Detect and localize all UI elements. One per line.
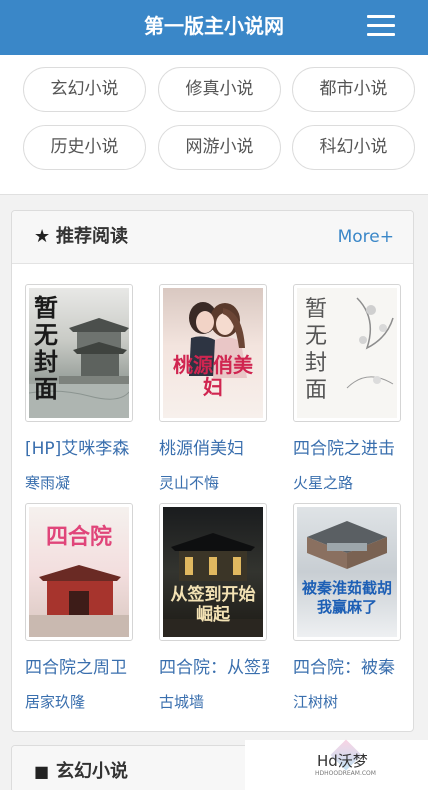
watermark-subtext: HDHOODREAM.COM: [315, 770, 376, 777]
book-author[interactable]: 古城墙: [159, 691, 269, 712]
category-wangyou[interactable]: 网游小说: [158, 125, 281, 170]
cover-text: 从签到开始崛起: [170, 585, 256, 625]
page-edge: [428, 0, 445, 790]
book-cover[interactable]: 暂无封面: [293, 284, 401, 422]
book-cover[interactable]: 从签到开始崛起: [159, 503, 267, 641]
book-author[interactable]: 江树树: [293, 691, 403, 712]
grid-icon: ■: [34, 762, 50, 781]
book-title[interactable]: 四合院：从签到: [159, 653, 269, 678]
hamburger-menu-icon[interactable]: [364, 13, 398, 39]
cover-text: 被秦淮茹截胡我赢麻了: [301, 579, 392, 616]
book-author[interactable]: 寒雨凝: [25, 472, 135, 493]
book-title[interactable]: [HP]艾咪李森: [25, 434, 135, 459]
star-icon: ★: [34, 226, 51, 247]
book-title[interactable]: 四合院之周卫: [25, 653, 135, 678]
category-dushi[interactable]: 都市小说: [292, 67, 415, 112]
app-header: 第一版主小说网: [0, 0, 428, 55]
book-author[interactable]: 灵山不悔: [159, 472, 269, 493]
cover-art: 从签到开始崛起: [163, 507, 263, 637]
cover-art: 暂无封面: [297, 288, 397, 418]
book-title[interactable]: 四合院：被秦: [293, 653, 403, 678]
category-xiuzhen[interactable]: 修真小说: [158, 67, 281, 112]
category-lishi[interactable]: 历史小说: [23, 125, 146, 170]
category-xuanhuan[interactable]: 玄幻小说: [23, 67, 146, 112]
watermark: Hd沃梦 HDHOODREAM.COM: [245, 739, 445, 790]
book-title[interactable]: 四合院之进击: [293, 434, 403, 459]
book-author[interactable]: 居家玖隆: [25, 691, 135, 712]
cover-art: 桃源俏美妇: [163, 288, 263, 418]
cover-art: 被秦淮茹截胡我赢麻了: [297, 507, 397, 637]
category-kehuan[interactable]: 科幻小说: [292, 125, 415, 170]
book-title[interactable]: 桃源俏美妇: [159, 434, 269, 459]
watermark-text: Hd沃梦: [317, 752, 368, 770]
cover-text: 四合院: [45, 524, 112, 550]
cover-text: 桃源俏美妇: [173, 353, 253, 399]
siheyuan-aerial-illustration: [307, 521, 387, 569]
recommend-title: 推荐阅读: [56, 226, 128, 247]
cover-art: 暂无封面: [29, 288, 129, 418]
cover-text: 暂无封面: [34, 293, 58, 403]
cover-art: 四合院: [29, 507, 129, 637]
xuanhuan-title[interactable]: 玄幻小说: [56, 746, 128, 790]
cover-text: 暂无封面: [304, 297, 327, 403]
book-cover[interactable]: 四合院: [25, 503, 133, 641]
book-cover[interactable]: 被秦淮茹截胡我赢麻了: [293, 503, 401, 641]
book-cover[interactable]: 暂无封面: [25, 284, 133, 422]
book-cover[interactable]: 桃源俏美妇: [159, 284, 267, 422]
recommend-panel-header: ★ 推荐阅读 More+: [12, 211, 413, 264]
category-nav: 玄幻小说 修真小说 都市小说 历史小说 网游小说 科幻小说: [0, 55, 428, 195]
book-author[interactable]: 火星之路: [293, 472, 403, 493]
more-link[interactable]: More+: [338, 211, 394, 263]
recommend-panel: ★ 推荐阅读 More+ 暂无封面 [HP]艾咪李森 寒雨凝 桃源俏美妇 桃源俏…: [11, 210, 414, 732]
